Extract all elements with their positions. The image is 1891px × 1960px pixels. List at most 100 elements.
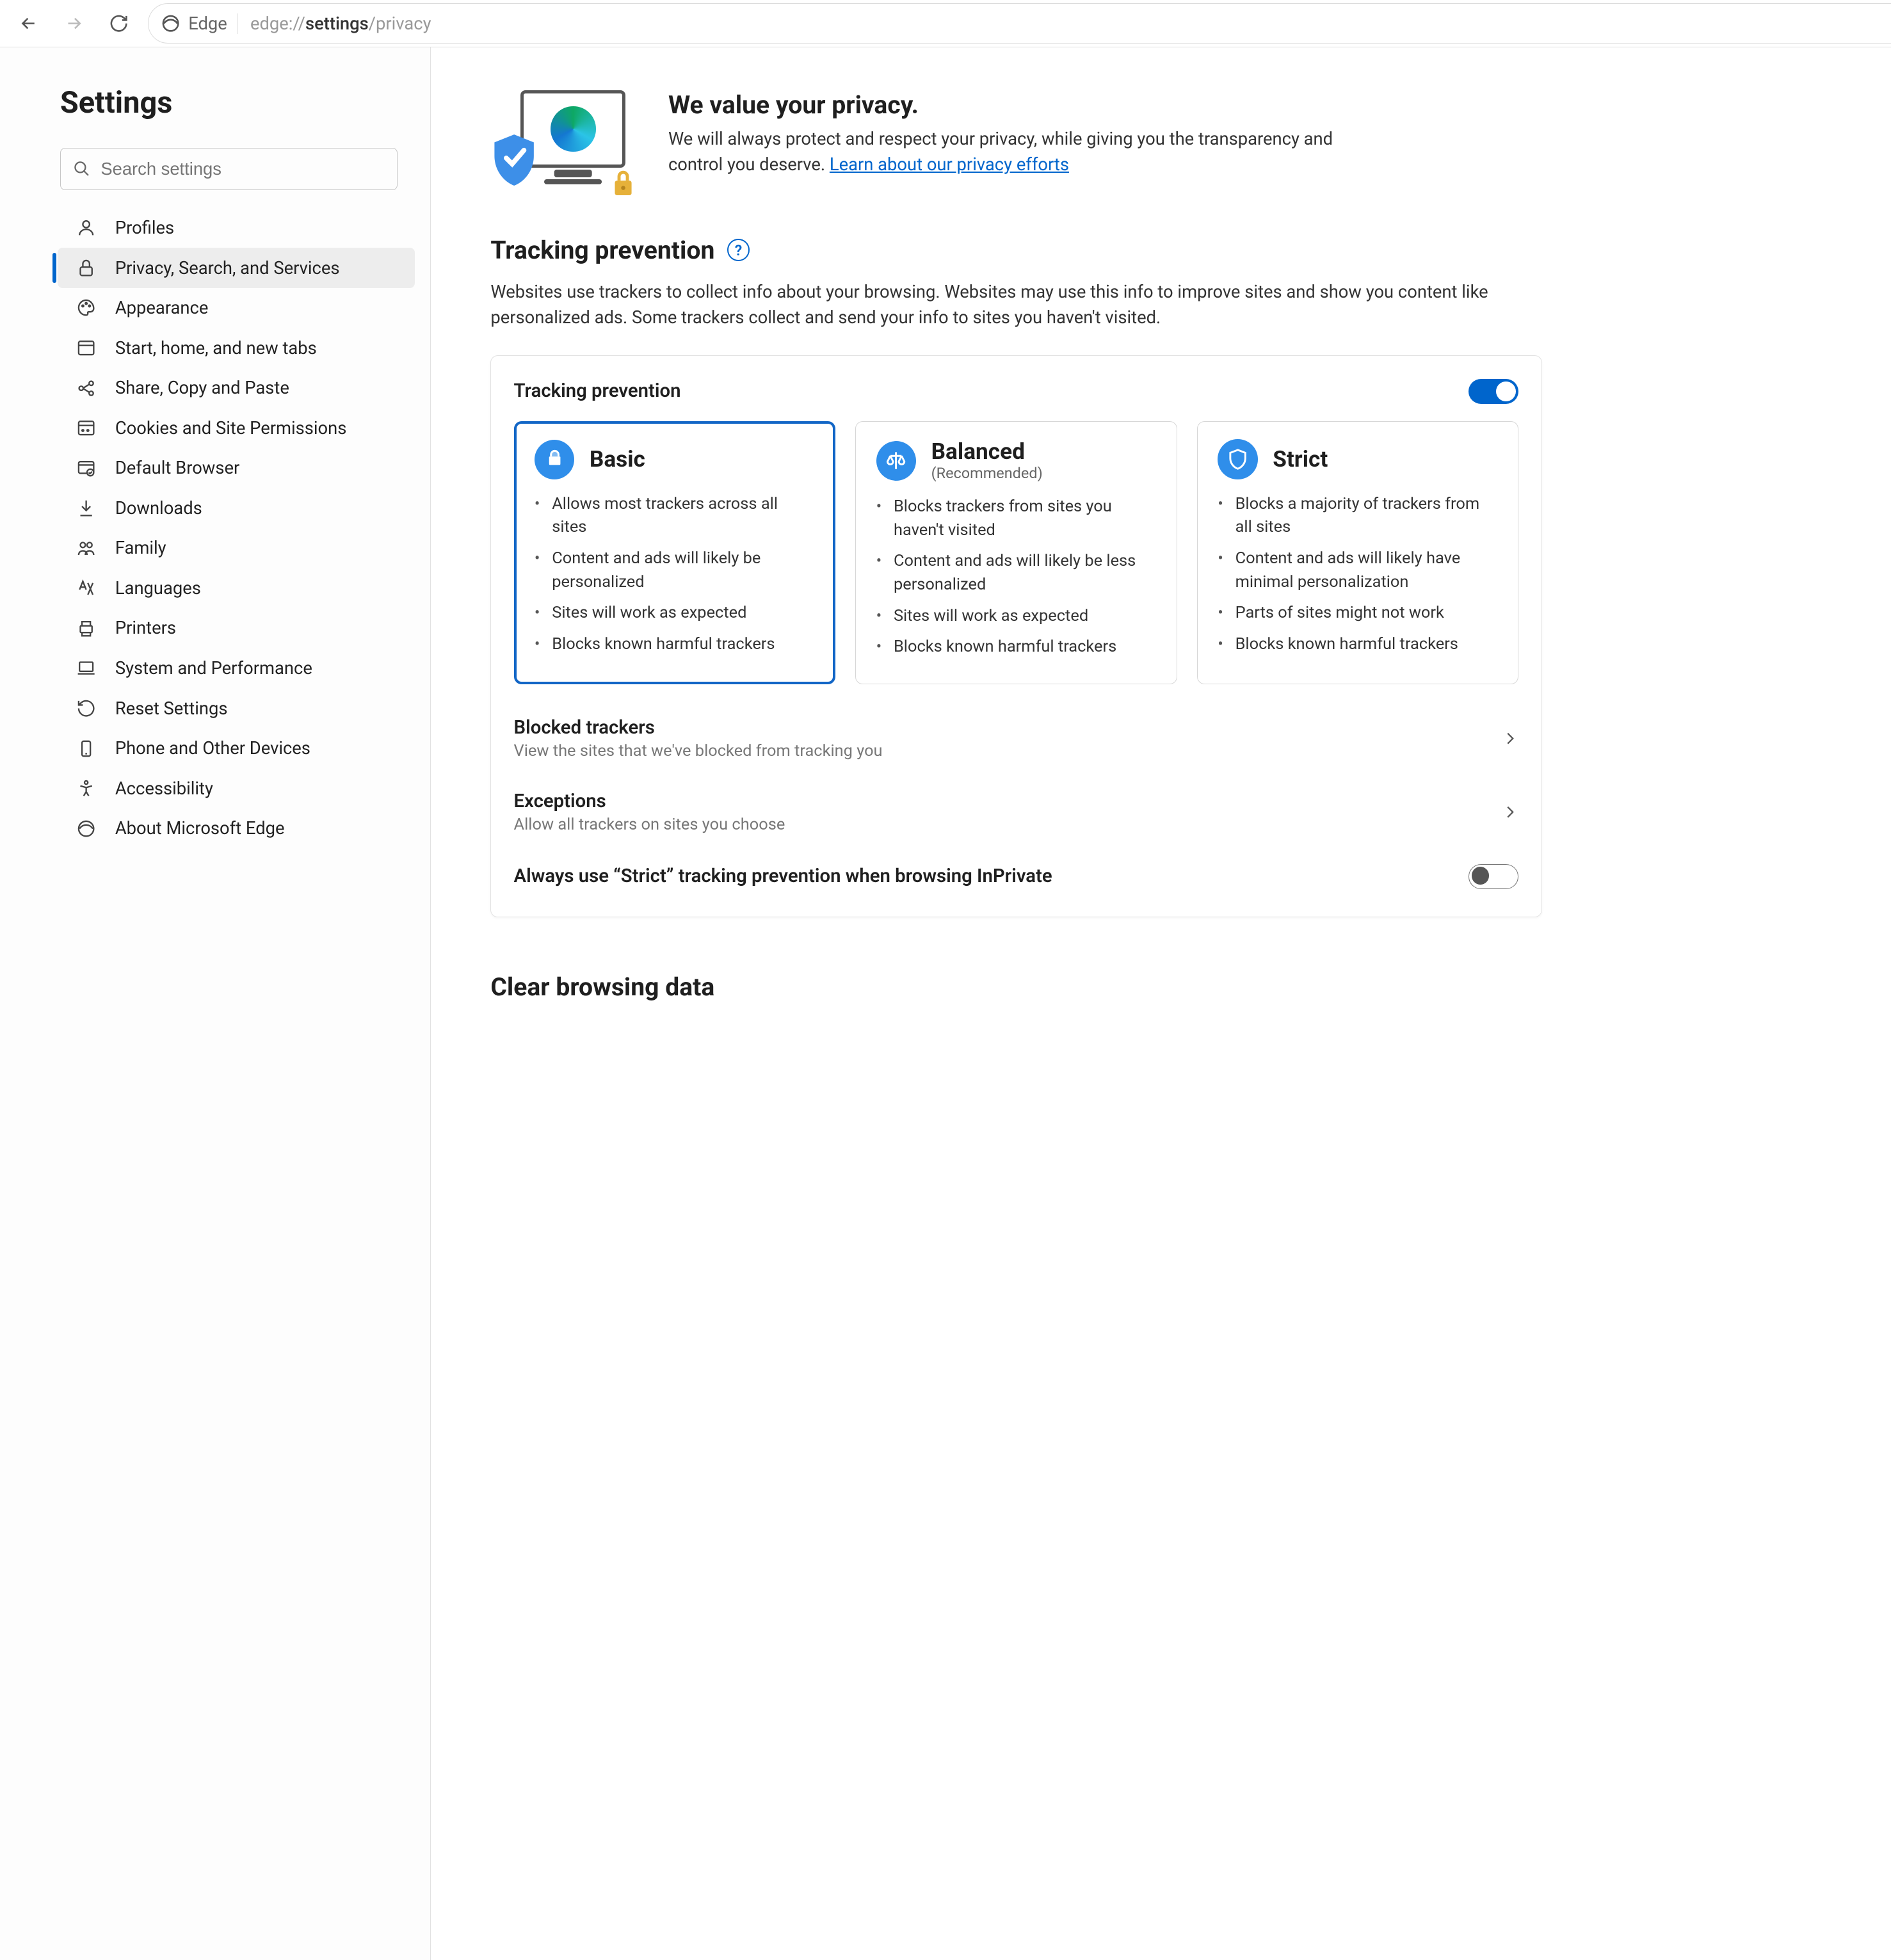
profile-icon [75, 218, 97, 237]
level-icon [876, 441, 917, 481]
settings-title: Settings [60, 85, 398, 120]
level-bullet: Blocks trackers from sites you haven't v… [876, 495, 1157, 542]
settings-sidebar: Settings Profiles Privacy, Search, and Se… [0, 47, 431, 1959]
help-icon[interactable]: ? [727, 239, 750, 261]
settings-search-input[interactable] [101, 159, 384, 179]
level-bullet: Parts of sites might not work [1218, 601, 1498, 625]
browser-icon [75, 458, 97, 478]
clear-data-title: Clear browsing data [490, 972, 1541, 1002]
sidebar-item-family[interactable]: Family [58, 528, 415, 568]
hero-body: We will always protect and respect your … [668, 127, 1369, 177]
level-bullet: Sites will work as expected [535, 601, 815, 625]
tracking-prevention-label: Tracking prevention [514, 380, 681, 402]
privacy-learn-link[interactable]: Learn about our privacy efforts [830, 154, 1069, 175]
sidebar-item-printers[interactable]: Printers [58, 608, 415, 648]
sidebar-item-cookies-and-site-permissions[interactable]: Cookies and Site Permissions [58, 408, 415, 448]
level-bullet: Blocks known harmful trackers [535, 632, 815, 656]
sidebar-item-profiles[interactable]: Profiles [58, 208, 415, 248]
tracking-level-balanced[interactable]: Balanced (Recommended) Blocks trackers f… [855, 421, 1177, 684]
address-bar[interactable]: Edge edge://settings/privacy [148, 3, 1891, 44]
refresh-button[interactable] [97, 4, 140, 42]
sidebar-item-label: Printers [115, 618, 176, 638]
sidebar-item-label: Appearance [115, 298, 209, 318]
chevron-right-icon [1501, 730, 1518, 747]
level-bullet: Sites will work as expected [876, 604, 1157, 628]
level-title: Strict [1273, 447, 1328, 472]
level-subtitle: (Recommended) [931, 464, 1043, 482]
level-title: Balanced [931, 439, 1043, 464]
tracking-levels: Basic Allows most trackers across all si… [514, 421, 1519, 684]
sidebar-item-phone-and-other-devices[interactable]: Phone and Other Devices [58, 728, 415, 769]
level-title: Basic [590, 447, 645, 472]
printer-icon [75, 618, 97, 638]
level-icon [1218, 439, 1258, 479]
strict-inprivate-toggle[interactable] [1469, 864, 1518, 889]
shield-check-icon [490, 133, 538, 188]
language-icon [75, 578, 97, 598]
sidebar-item-system-and-performance[interactable]: System and Performance [58, 648, 415, 689]
sidebar-item-label: Reset Settings [115, 698, 228, 719]
sidebar-item-privacy-search-and-services[interactable]: Privacy, Search, and Services [58, 248, 415, 288]
sidebar-item-accessibility[interactable]: Accessibility [58, 768, 415, 808]
sidebar-item-start-home-and-new-tabs[interactable]: Start, home, and new tabs [58, 328, 415, 368]
level-bullet: Blocks known harmful trackers [876, 635, 1157, 659]
sidebar-item-label: Downloads [115, 498, 202, 518]
tracking-level-basic[interactable]: Basic Allows most trackers across all si… [514, 421, 836, 684]
blocked-trackers-row[interactable]: Blocked trackers View the sites that we'… [514, 702, 1519, 775]
window-icon [75, 338, 97, 358]
exceptions-row[interactable]: Exceptions Allow all trackers on sites y… [514, 775, 1519, 849]
sidebar-item-label: Cookies and Site Permissions [115, 418, 347, 438]
sidebar-item-label: Privacy, Search, and Services [115, 258, 340, 278]
download-icon [75, 498, 97, 518]
sidebar-item-label: About Microsoft Edge [115, 818, 285, 839]
settings-content: We value your privacy. We will always pr… [431, 47, 1891, 1959]
sidebar-item-label: Default Browser [115, 458, 239, 478]
sidebar-item-label: Profiles [115, 218, 174, 238]
tracking-section-title: Tracking prevention ? [490, 236, 1541, 265]
sidebar-item-label: Family [115, 538, 166, 558]
accessibility-icon [75, 778, 97, 798]
sidebar-item-appearance[interactable]: Appearance [58, 288, 415, 328]
back-button[interactable] [8, 4, 50, 42]
laptop-icon [75, 658, 97, 678]
level-bullet: Content and ads will likely be less pers… [876, 549, 1157, 597]
sidebar-item-about-microsoft-edge[interactable]: About Microsoft Edge [58, 808, 415, 849]
hero-title: We value your privacy. [668, 90, 1369, 120]
sidebar-item-label: Phone and Other Devices [115, 738, 310, 759]
sidebar-item-share-copy-and-paste[interactable]: Share, Copy and Paste [58, 368, 415, 408]
settings-search[interactable] [60, 148, 398, 190]
palette-icon [75, 298, 97, 317]
browser-toolbar: Edge edge://settings/privacy [0, 0, 1891, 47]
reset-icon [75, 698, 97, 718]
family-icon [75, 538, 97, 558]
search-icon [73, 160, 90, 177]
tracking-level-strict[interactable]: Strict Blocks a majority of trackers fro… [1197, 421, 1518, 684]
phone-icon [75, 739, 97, 759]
sidebar-item-label: Languages [115, 578, 201, 598]
sidebar-item-languages[interactable]: Languages [58, 568, 415, 609]
site-identity[interactable]: Edge [161, 13, 237, 34]
sidebar-item-default-browser[interactable]: Default Browser [58, 448, 415, 488]
level-bullet: Blocks a majority of trackers from all s… [1218, 492, 1498, 540]
chevron-right-icon [1501, 803, 1518, 821]
sidebar-item-reset-settings[interactable]: Reset Settings [58, 688, 415, 728]
strict-inprivate-row: Always use “Strict” tracking prevention … [514, 849, 1519, 904]
tracking-section-desc: Websites use trackers to collect info ab… [490, 280, 1541, 330]
sidebar-item-label: Share, Copy and Paste [115, 378, 289, 398]
url-text: edge://settings/privacy [250, 13, 1891, 34]
sidebar-item-downloads[interactable]: Downloads [58, 488, 415, 529]
lock-icon [611, 168, 636, 198]
cookie-icon [75, 418, 97, 438]
level-bullet: Blocks known harmful trackers [1218, 632, 1498, 656]
tracking-prevention-toggle[interactable] [1469, 379, 1518, 404]
privacy-hero-graphic [490, 90, 636, 193]
share-icon [75, 378, 97, 398]
forward-button[interactable] [52, 4, 95, 42]
level-bullet: Content and ads will likely have minimal… [1218, 547, 1498, 594]
tracking-card: Tracking prevention Basic Allows most tr… [490, 355, 1541, 917]
edge-icon [161, 13, 181, 33]
sidebar-item-label: Start, home, and new tabs [115, 338, 317, 358]
lock-icon [75, 258, 97, 278]
privacy-hero: We value your privacy. We will always pr… [490, 90, 1541, 193]
app-name-label: Edge [188, 13, 227, 34]
